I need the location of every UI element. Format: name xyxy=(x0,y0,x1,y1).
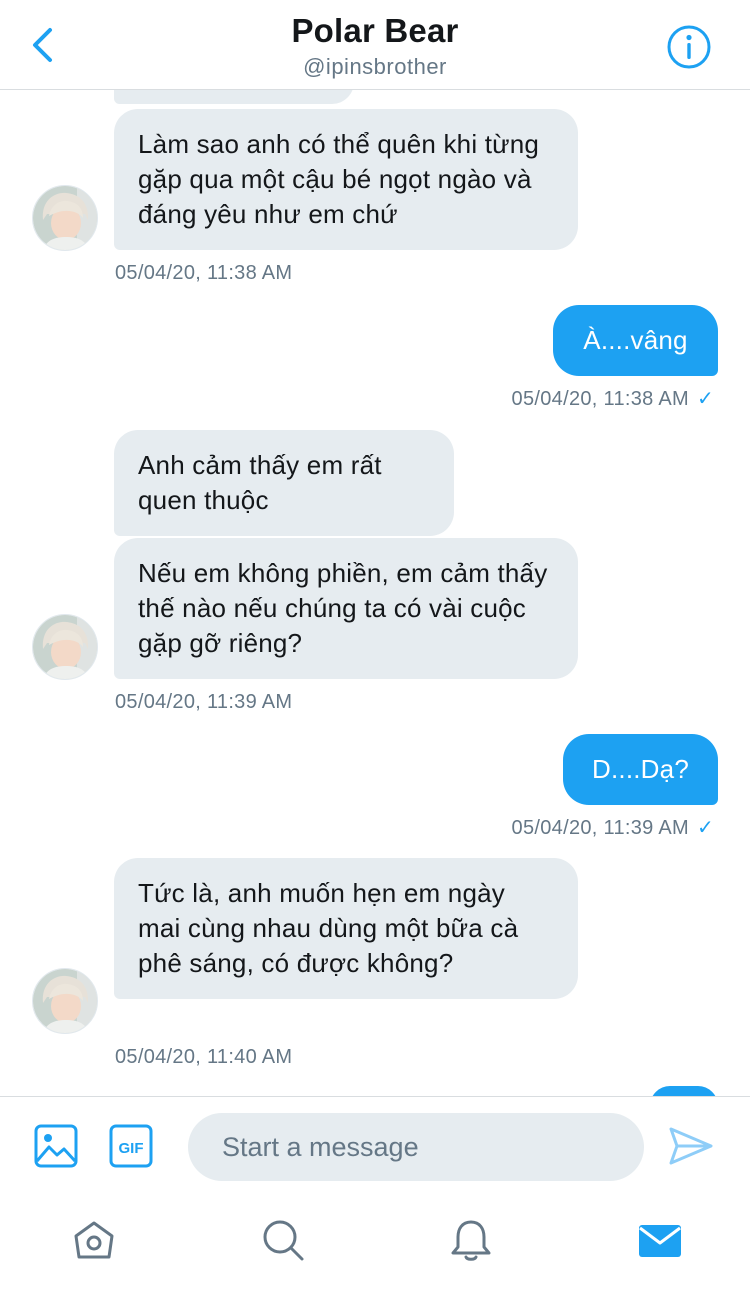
tab-messages[interactable] xyxy=(636,1216,684,1264)
message-timestamp: 05/04/20, 11:38 AM xyxy=(115,262,293,284)
avatar-photo xyxy=(33,969,97,1033)
message-text: Nếu em không phiền, em cảm thấy thế nào … xyxy=(138,558,548,658)
timestamp-text: 05/04/20, 11:39 AM xyxy=(511,817,689,839)
bottom-tab-bar xyxy=(0,1198,750,1295)
message-thread[interactable]: Làm sao anh có thể quên khi từng gặp qua… xyxy=(0,90,750,1096)
add-gif-button[interactable]: GIF xyxy=(108,1123,154,1169)
home-icon xyxy=(74,1221,114,1259)
message-bubble-incoming[interactable]: Nếu em không phiền, em cảm thấy thế nào … xyxy=(114,538,578,679)
message-text: Làm sao anh có thể quên khi từng gặp qua… xyxy=(138,129,540,229)
read-check-icon: ✓ xyxy=(696,817,714,839)
search-icon xyxy=(263,1220,304,1261)
message-timestamp: 05/04/20, 11:40 AM xyxy=(115,1046,293,1068)
avatar[interactable] xyxy=(32,614,98,680)
avatar-photo xyxy=(33,615,97,679)
avatar-photo xyxy=(33,186,97,250)
tab-notifications[interactable] xyxy=(447,1216,495,1264)
add-photo-button[interactable] xyxy=(33,1123,79,1169)
message-bubble-incoming[interactable]: Làm sao anh có thể quên khi từng gặp qua… xyxy=(114,109,578,250)
message-bubble-incoming[interactable]: Tức là, anh muốn hẹn em ngày mai cùng nh… xyxy=(114,858,578,999)
tab-search[interactable] xyxy=(259,1216,307,1264)
send-icon xyxy=(669,1127,713,1165)
info-button[interactable] xyxy=(666,24,712,70)
image-icon xyxy=(34,1124,78,1168)
send-button[interactable] xyxy=(666,1121,716,1171)
bell-icon xyxy=(451,1220,491,1261)
user-handle[interactable]: @ipinsbrother xyxy=(0,54,750,80)
timestamp-text: 05/04/20, 11:38 AM xyxy=(511,388,689,410)
message-composer: GIF xyxy=(0,1096,750,1198)
gif-label: GIF xyxy=(119,1140,144,1157)
message-timestamp: 05/04/20, 11:39 AM ✓ xyxy=(400,815,714,840)
info-icon xyxy=(667,25,711,69)
message-text: D....Dạ? xyxy=(592,754,689,784)
message-timestamp: 05/04/20, 11:38 AM ✓ xyxy=(400,386,714,411)
conversation-header: Polar Bear @ipinsbrother xyxy=(0,0,750,90)
message-text: Anh cảm thấy em rất quen thuộc xyxy=(138,450,382,515)
avatar[interactable] xyxy=(32,968,98,1034)
message-bubble-outgoing[interactable]: À....vâng xyxy=(553,305,718,376)
read-check-icon: ✓ xyxy=(696,388,714,410)
message-text: Tức là, anh muốn hẹn em ngày mai cùng nh… xyxy=(138,878,519,978)
mail-icon xyxy=(639,1225,681,1257)
avatar[interactable] xyxy=(32,185,98,251)
tab-home[interactable] xyxy=(70,1216,118,1264)
page-title[interactable]: Polar Bear xyxy=(0,12,750,50)
message-bubble-incoming[interactable]: Anh cảm thấy em rất quen thuộc xyxy=(114,430,454,536)
message-bubble-partial xyxy=(650,1086,718,1096)
gif-icon: GIF xyxy=(109,1124,153,1168)
message-input[interactable] xyxy=(188,1113,644,1181)
message-timestamp: 05/04/20, 11:39 AM xyxy=(115,691,293,713)
message-bubble-outgoing[interactable]: D....Dạ? xyxy=(563,734,718,805)
message-bubble-partial xyxy=(114,90,354,104)
message-text: À....vâng xyxy=(583,325,688,355)
